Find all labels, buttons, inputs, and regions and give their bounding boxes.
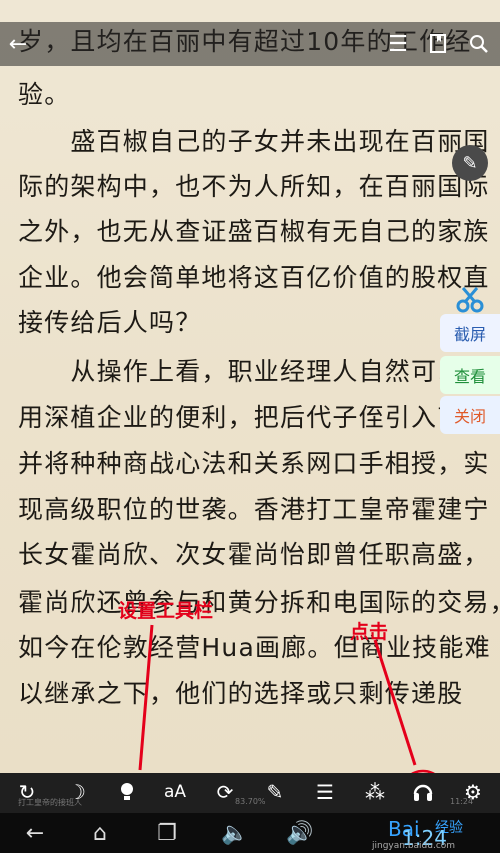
brightness-icon[interactable]: [112, 777, 142, 807]
font-size-icon[interactable]: aA: [160, 777, 190, 807]
nav-home-icon[interactable]: ⌂: [85, 819, 115, 847]
volume-up-icon[interactable]: 🔊: [285, 819, 315, 847]
share-icon[interactable]: ⁂: [360, 777, 390, 807]
progress-status: 83.70%: [235, 797, 266, 806]
nav-recent-apps-icon[interactable]: ❐: [152, 819, 182, 847]
time-status: 11:24: [450, 797, 474, 806]
watermark-url: jingyan.baidu.com: [372, 841, 456, 851]
annotation-arrows: [138, 624, 447, 817]
nav-back-icon[interactable]: ←: [20, 819, 50, 847]
book-title-status: 打工皇帝的接班人: [18, 798, 82, 807]
volume-down-icon[interactable]: 🔈: [220, 819, 250, 847]
headphones-icon[interactable]: [408, 777, 438, 807]
layout-icon[interactable]: ☰: [310, 777, 340, 807]
system-navbar: ← ⌂ ❐ 🔈 🔊 Bai 经验 1:24 jingyan.baidu.com: [0, 813, 500, 853]
